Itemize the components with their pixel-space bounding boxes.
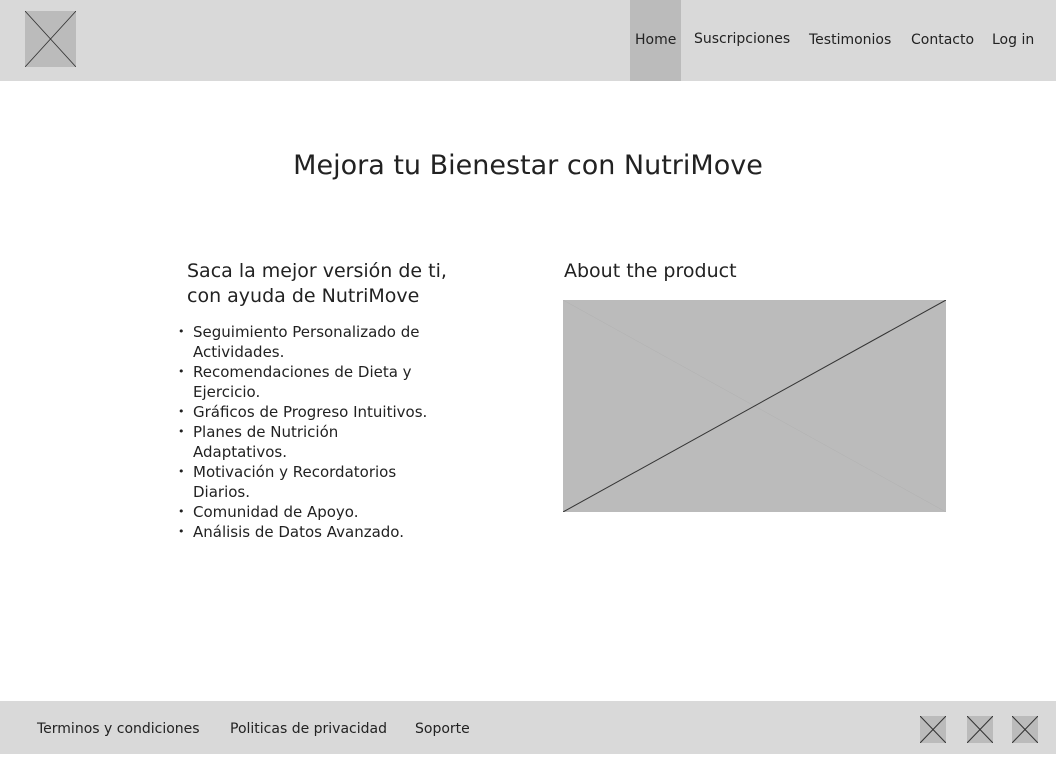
footer-link-privacy[interactable]: Politicas de privacidad — [230, 701, 387, 757]
features-list: Seguimiento Personalizado de Actividades… — [178, 322, 468, 542]
feature-item: Análisis de Datos Avanzado. — [178, 522, 468, 542]
feature-item: Planes de Nutrición Adaptativos. — [178, 422, 378, 462]
feature-item: Recomendaciones de Dieta y Ejercicio. — [178, 362, 468, 402]
footer-link-support[interactable]: Soporte — [415, 701, 470, 757]
site-footer: Terminos y condiciones Politicas de priv… — [0, 701, 1056, 754]
product-image-placeholder — [563, 300, 946, 512]
nav-login[interactable]: Log in — [987, 0, 1039, 81]
features-heading: Saca la mejor versión de ti, con ayuda d… — [187, 260, 447, 307]
site-header: Home Suscripciones Testimonios Contacto … — [0, 0, 1056, 81]
feature-item: Seguimiento Personalizado de Actividades… — [178, 322, 468, 362]
social-icon-3[interactable] — [1012, 716, 1038, 743]
nav-contacto[interactable]: Contacto — [906, 0, 979, 81]
page-title: Mejora tu Bienestar con NutriMove — [293, 150, 763, 181]
feature-item: Comunidad de Apoyo. — [178, 502, 468, 522]
logo-image-placeholder[interactable] — [25, 11, 76, 67]
feature-item: Gráficos de Progreso Intuitivos. — [178, 402, 468, 422]
footer-link-terms[interactable]: Terminos y condiciones — [37, 701, 200, 757]
about-heading: About the product — [564, 260, 737, 282]
nav-home[interactable]: Home — [630, 0, 682, 81]
social-icon-1[interactable] — [920, 716, 946, 743]
nav-suscripciones[interactable]: Suscripciones — [689, 0, 795, 81]
social-icon-2[interactable] — [967, 716, 993, 743]
nav-testimonios[interactable]: Testimonios — [804, 0, 896, 81]
feature-item: Motivación y Recordatorios Diarios. — [178, 462, 428, 502]
